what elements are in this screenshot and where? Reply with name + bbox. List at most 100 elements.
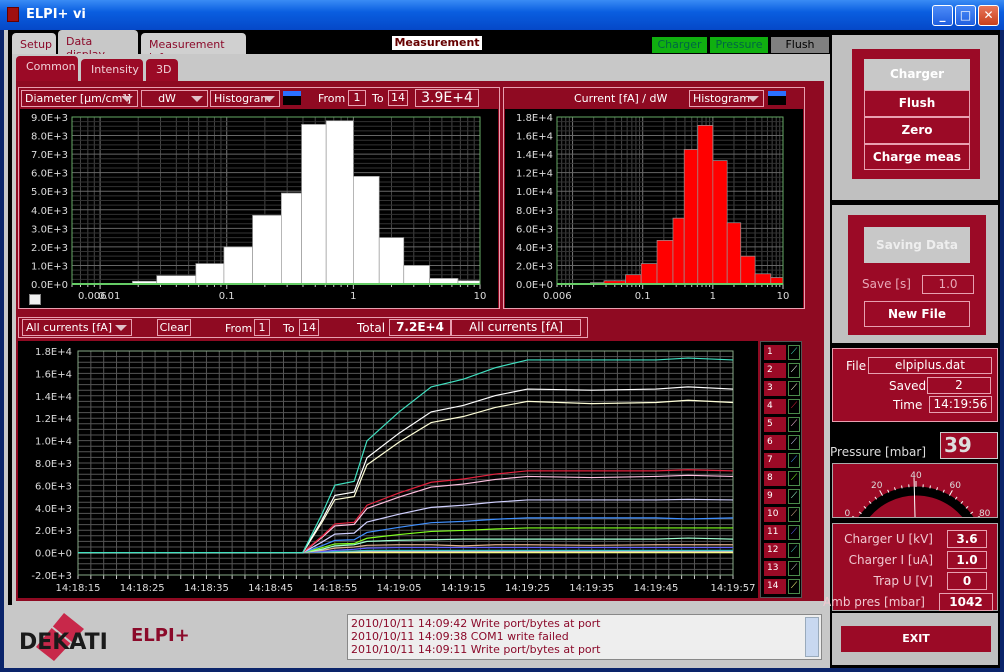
plot-style-icon[interactable]: ⟋ [788,363,800,378]
readout-label: Charger U [kV] [844,532,933,546]
plot-style-icon[interactable]: ⟋ [788,561,800,576]
log-scrollbar[interactable] [805,617,819,657]
saved-time: 14:19:56 [929,396,992,413]
total-readout: 3.9E+4 [415,89,479,107]
pressure-gauge: 0 20 40 60 80 [832,463,998,518]
y-tick-label: 1.0E+3 [31,261,68,272]
flush-button[interactable]: Flush [864,90,970,117]
legend-label: 2 [764,363,786,378]
plot-style-icon[interactable]: ⟋ [788,471,800,486]
event-log: 2010/10/11 14:09:42 Write port/bytes at … [347,614,822,660]
size-histogram-chart: 0.0E+0 1.0E+3 2.0E+3 3.0E+3 4.0E+3 5.0E+3 6.0E… [20,109,498,308]
legend-item-13[interactable]: 13 ⟋ [764,561,800,576]
tab-data-display[interactable]: Data display [58,30,138,61]
x-tick-label: 10 [474,291,487,302]
subtab-intensity[interactable]: Intensity [81,59,143,81]
minimize-button[interactable]: _ [932,5,953,26]
from-input[interactable]: 1 [348,90,366,106]
histogram-bar [378,237,405,285]
total-unit: All currents [fA] [451,319,581,336]
legend-item-1[interactable]: 1 ⟋ [764,345,800,360]
charger-button[interactable]: Charger [864,59,970,90]
gauge-tick [874,496,878,500]
legend-item-12[interactable]: 12 ⟋ [764,543,800,558]
plot-color-swatch[interactable] [29,294,41,305]
chevron-down-icon [263,96,275,102]
file-info-section: File elpiplus.dat Saved 2 Time 14:19:56 [832,348,998,422]
save-interval-input[interactable]: 1.0 [922,275,974,294]
exit-button[interactable]: EXIT [841,626,991,652]
legend-item-14[interactable]: 14 ⟋ [764,579,800,594]
to-label: To [372,92,384,105]
legend-item-8[interactable]: 8 ⟋ [764,471,800,486]
zero-button[interactable]: Zero [864,117,970,144]
plot-type-dropdown[interactable]: Histogram [210,90,280,107]
weight-dropdown[interactable]: dW [141,90,208,107]
legend-item-11[interactable]: 11 ⟋ [764,525,800,540]
y-tick-label: 1.0E+4 [516,187,553,198]
plot-style-icon[interactable]: ⟋ [788,507,800,522]
x-tick-label: 0.1 [635,291,651,302]
plot-style-icon[interactable]: ⟋ [788,417,800,432]
from-input[interactable]: 1 [254,319,270,336]
channel-legend: 1 ⟋ 2 ⟋ 3 ⟋ 4 ⟋ 5 ⟋ 6 ⟋ 7 ⟋ 8 ⟋ 9 ⟋ 10 ⟋ 11 ⟋ 12 ⟋ 13 ⟋ 14 ⟋ [760,341,802,598]
histogram-bar [403,265,430,285]
y-tick-label: 4.0E+3 [35,504,72,515]
readout-value: 1.0 [947,551,987,569]
tab-measurement-info[interactable]: Measurement info [141,33,246,64]
gauge-tick-label: 80 [979,509,991,518]
chevron-down-icon [115,325,127,331]
plot-style-icon[interactable]: ⟋ [788,453,800,468]
legend-label: 1 [764,345,786,360]
currents-dropdown[interactable]: All currents [fA] [22,319,132,336]
gauge-tick [887,489,890,493]
plot-palette-icon[interactable] [283,91,301,105]
dekati-logo: DEKATI [19,613,108,661]
legend-item-6[interactable]: 6 ⟋ [764,435,800,450]
to-input[interactable]: 14 [388,90,408,106]
readouts-section: Charger U [kV] 3.6 Charger I [uA] 1.0 Trap U… [823,523,998,611]
plot-style-icon[interactable]: ⟋ [788,525,800,540]
legend-item-10[interactable]: 10 ⟋ [764,507,800,522]
subtab-3d[interactable]: 3D [146,59,178,81]
plot-style-icon[interactable]: ⟋ [788,543,800,558]
legend-item-3[interactable]: 3 ⟋ [764,381,800,396]
plot-style-icon[interactable]: ⟋ [788,579,800,594]
tab-setup[interactable]: Setup [12,33,56,55]
plot-style-icon[interactable]: ⟋ [788,489,800,504]
charger-section: Charger Flush Zero Charge meas [832,35,998,200]
legend-item-2[interactable]: 2 ⟋ [764,363,800,378]
charge-meas-button[interactable]: Charge meas [864,144,970,170]
histogram-bar [697,125,714,285]
gauge-arc [858,486,974,517]
weight-value: dW [158,92,176,105]
plot-style-icon[interactable]: ⟋ [788,399,800,414]
saving-data-button[interactable]: Saving Data [864,227,970,263]
maximize-button[interactable]: □ [955,5,976,26]
clear-button[interactable]: Clear [157,319,191,336]
x-tick-label: 14:18:45 [248,583,293,594]
subtab-common[interactable]: Common [16,56,78,81]
x-tick-label: 1 [350,291,356,302]
to-input[interactable]: 14 [299,319,319,336]
gauge-tick [929,485,931,489]
plot-style-icon[interactable]: ⟋ [788,435,800,450]
legend-item-7[interactable]: 7 ⟋ [764,453,800,468]
x-unit-dropdown[interactable]: Diameter [µm/cm³] [21,90,138,107]
y-tick-label: 4.0E+3 [31,206,68,217]
y-tick-label: 7.0E+3 [31,150,68,161]
plot-style-icon[interactable]: ⟋ [788,345,800,360]
legend-item-9[interactable]: 9 ⟋ [764,489,800,504]
legend-label: 3 [764,381,786,396]
close-button[interactable]: ✕ [978,5,999,26]
plot-palette-icon[interactable] [768,91,786,105]
svg-text:DEKATI: DEKATI [19,630,108,655]
current-plot-type-dropdown[interactable]: Histogram [689,90,764,107]
charger-indicator: Charger [652,37,707,53]
y-tick-label: 1.6E+4 [516,132,553,143]
new-file-button[interactable]: New File [864,301,970,327]
legend-item-5[interactable]: 5 ⟋ [764,417,800,432]
plot-style-icon[interactable]: ⟋ [788,381,800,396]
current-histogram-panel: Current [fA] / dW Histogram 0.0E+0 2.0E+3… [503,87,805,309]
legend-item-4[interactable]: 4 ⟋ [764,399,800,414]
